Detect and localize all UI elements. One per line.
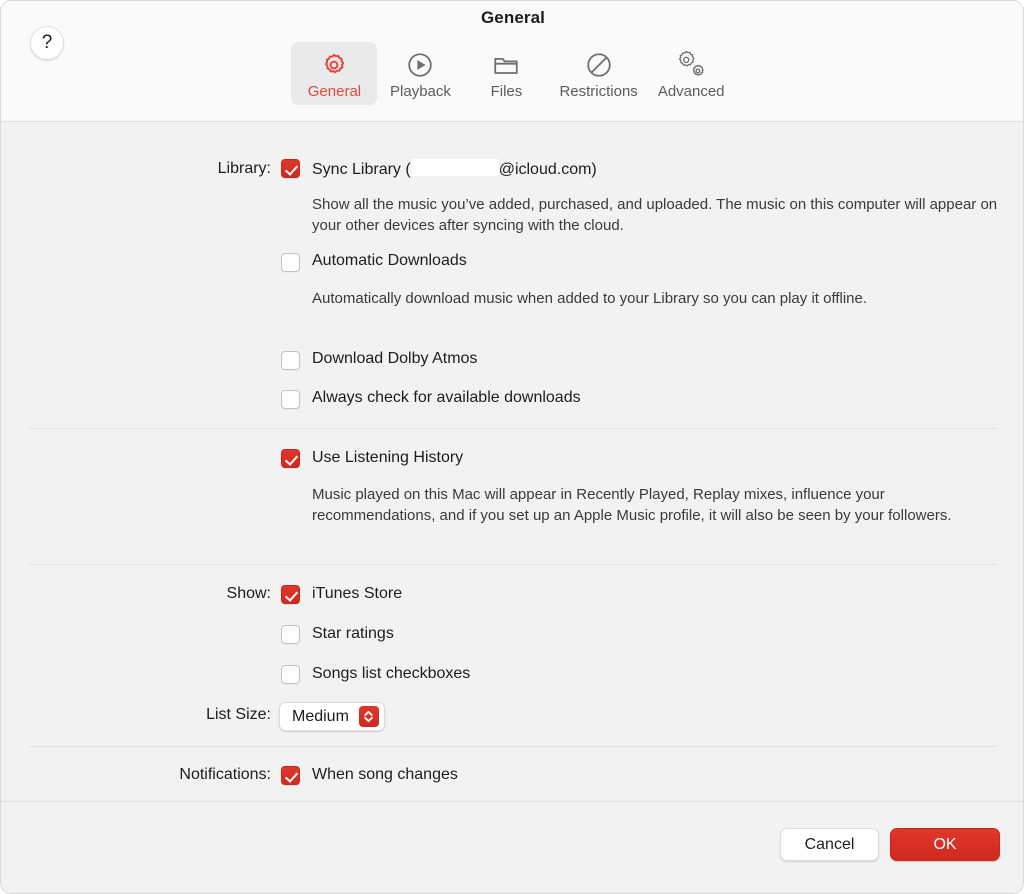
divider-library [29,428,997,429]
download-dolby-atmos-label: Download Dolby Atmos [312,350,478,367]
no-entry-icon [584,48,614,82]
preferences-content: Library: Sync Library ( @icloud.com) Show… [1,122,1023,801]
notifications-label: Notifications: [179,766,271,783]
folder-icon [491,48,521,82]
songs-list-checkboxes-label: Songs list checkboxes [312,665,471,682]
download-dolby-atmos-checkbox[interactable] [281,351,300,370]
itunes-store-label: iTunes Store [312,585,403,602]
list-size-value: Medium [292,707,349,725]
automatic-downloads-label: Automatic Downloads [312,252,467,269]
tab-general-label: General [307,83,362,100]
sync-library-label-suffix: @icloud.com) [498,161,597,178]
preferences-window: General General Playback Files Restricti… [0,0,1024,894]
tab-general[interactable]: General [291,42,378,105]
library-row-label-box: Library: [41,160,271,182]
songs-list-checkboxes-checkbox[interactable] [281,665,300,684]
divider-listening-history [29,564,997,565]
tab-restrictions[interactable]: Restrictions [549,42,647,105]
sync-library-checkbox[interactable] [281,159,300,178]
help-label: ? [41,32,53,53]
itunes-store-checkbox[interactable] [281,585,300,604]
divider-show [29,746,997,747]
use-listening-history-description: Music played on this Mac will appear in … [312,486,952,524]
cancel-button[interactable]: Cancel [780,828,879,861]
window-header: General General Playback Files Restricti… [1,1,1023,122]
notifications-row-label-box: Notifications: [41,766,271,788]
redacted-account-block [410,159,499,176]
page-title: General [480,8,545,27]
list-size-row-label-box: List Size: [41,706,271,728]
star-ratings-checkbox[interactable] [281,625,300,644]
use-listening-history-label: Use Listening History [312,449,464,466]
chevron-up-down-icon [358,706,379,727]
always-check-downloads-label: Always check for available downloads [312,389,581,406]
tab-restrictions-label: Restrictions [559,83,638,100]
use-listening-history-checkbox[interactable] [281,449,300,468]
when-song-changes-checkbox[interactable] [281,766,300,785]
preferences-toolbar: General Playback Files Restrictions Adva… [1,42,1023,105]
show-row-label-box: Show: [41,585,271,607]
tab-playback-label: Playback [390,83,451,100]
automatic-downloads-description: Automatically download music when added … [312,290,868,307]
list-size-popup-button[interactable]: Medium [279,702,385,731]
when-song-changes-label: When song changes [312,766,458,783]
tab-playback[interactable]: Playback [377,42,463,105]
list-size-label: List Size: [206,706,271,723]
play-circle-icon [405,48,435,82]
cancel-button-label: Cancel [804,835,855,853]
tab-advanced[interactable]: Advanced [648,42,735,105]
help-button[interactable]: ? [30,26,64,60]
tab-files[interactable]: Files [463,42,549,105]
gear-icon [319,48,349,82]
tab-files-label: Files [490,83,523,100]
ok-button-label: OK [933,835,957,853]
automatic-downloads-checkbox[interactable] [281,253,300,272]
ok-button[interactable]: OK [890,828,1000,861]
sync-library-label: Sync Library ( @icloud.com) [312,159,597,179]
show-label: Show: [226,585,271,602]
star-ratings-label: Star ratings [312,625,394,642]
tab-advanced-label: Advanced [657,83,725,100]
two-gears-icon [676,48,706,82]
sync-library-label-prefix: Sync Library ( [312,161,411,178]
sync-library-description: Show all the music you’ve added, purchas… [312,196,998,234]
always-check-downloads-checkbox[interactable] [281,390,300,409]
library-label: Library: [217,160,271,177]
